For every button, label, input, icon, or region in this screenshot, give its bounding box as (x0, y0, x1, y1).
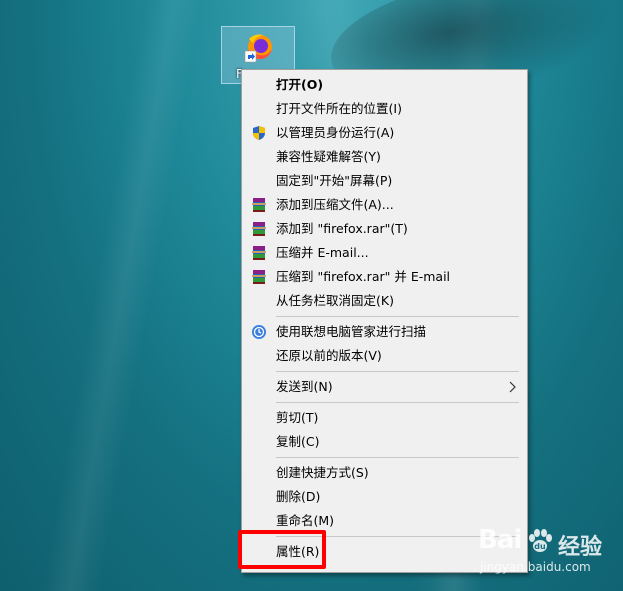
menu-item-label: 压缩并 E-mail... (276, 245, 369, 260)
menu-item-label: 打开文件所在的位置(I) (276, 101, 402, 116)
menu-item-label: 压缩到 "firefox.rar" 并 E-mail (276, 269, 451, 284)
svg-text:du: du (534, 542, 546, 551)
winrar-icon (251, 197, 267, 213)
winrar-icon (251, 221, 267, 237)
menu-item-label: 重命名(M) (276, 513, 335, 528)
menu-item-open[interactable]: 打开(O) (242, 74, 527, 96)
winrar-icon (251, 245, 267, 261)
baidu-jingyan-watermark: Bai du 经验 jingyan.baidu.com (478, 525, 618, 581)
menu-item-create-shortcut[interactable]: 创建快捷方式(S) (242, 462, 527, 484)
menu-item-unpin-from-taskbar[interactable]: 从任务栏取消固定(K) (242, 290, 527, 312)
menu-item-compress-to-rar-and-email[interactable]: 压缩到 "firefox.rar" 并 E-mail (242, 266, 527, 288)
menu-item-lenovo-scan[interactable]: 使用联想电脑管家进行扫描 (242, 321, 527, 343)
watermark-url: jingyan.baidu.com (480, 560, 591, 574)
menu-item-label: 复制(C) (276, 434, 320, 449)
context-menu: 打开(O) 打开文件所在的位置(I) 以管理员身份运行(A) 兼容性疑难解答(Y… (241, 69, 528, 573)
menu-item-label: 发送到(N) (276, 379, 333, 394)
annotation-highlight-box (238, 530, 326, 569)
winrar-icon (251, 269, 267, 285)
menu-item-cut[interactable]: 剪切(T) (242, 407, 527, 429)
menu-item-label: 剪切(T) (276, 410, 319, 425)
firefox-icon (244, 34, 272, 63)
watermark-brand-jingyan: 经验 (558, 535, 603, 560)
menu-item-add-to-archive[interactable]: 添加到压缩文件(A)... (242, 194, 527, 216)
menu-item-label: 添加到压缩文件(A)... (276, 197, 394, 212)
menu-item-label: 创建快捷方式(S) (276, 465, 369, 480)
menu-item-add-to-firefox-rar[interactable]: 添加到 "firefox.rar"(T) (242, 218, 527, 240)
menu-item-send-to[interactable]: 发送到(N) (242, 376, 527, 398)
menu-item-pin-to-start[interactable]: 固定到"开始"屏幕(P) (242, 170, 527, 192)
menu-item-compress-and-email[interactable]: 压缩并 E-mail... (242, 242, 527, 264)
menu-item-label: 打开(O) (276, 77, 324, 92)
menu-item-label: 以管理员身份运行(A) (276, 125, 395, 140)
baidu-paw-icon: du (529, 529, 552, 552)
menu-item-delete[interactable]: 删除(D) (242, 486, 527, 508)
lenovo-scan-icon (251, 324, 267, 340)
menu-item-troubleshoot-compatibility[interactable]: 兼容性疑难解答(Y) (242, 146, 527, 168)
menu-item-run-as-admin[interactable]: 以管理员身份运行(A) (242, 122, 527, 144)
menu-item-label: 添加到 "firefox.rar"(T) (276, 221, 408, 236)
watermark-brand: Bai (478, 525, 522, 555)
menu-separator (276, 457, 519, 458)
menu-separator (276, 402, 519, 403)
menu-separator (276, 316, 519, 317)
menu-item-label: 删除(D) (276, 489, 321, 504)
chevron-right-icon (509, 381, 516, 393)
uac-shield-icon (251, 125, 267, 141)
menu-item-label: 固定到"开始"屏幕(P) (276, 173, 393, 188)
menu-item-copy[interactable]: 复制(C) (242, 431, 527, 453)
menu-item-label: 还原以前的版本(V) (276, 348, 382, 363)
menu-item-label: 从任务栏取消固定(K) (276, 293, 394, 308)
menu-item-label: 兼容性疑难解答(Y) (276, 149, 381, 164)
menu-item-open-file-location[interactable]: 打开文件所在的位置(I) (242, 98, 527, 120)
menu-item-label: 使用联想电脑管家进行扫描 (276, 324, 427, 339)
menu-separator (276, 371, 519, 372)
menu-item-restore-previous-versions[interactable]: 还原以前的版本(V) (242, 345, 527, 367)
